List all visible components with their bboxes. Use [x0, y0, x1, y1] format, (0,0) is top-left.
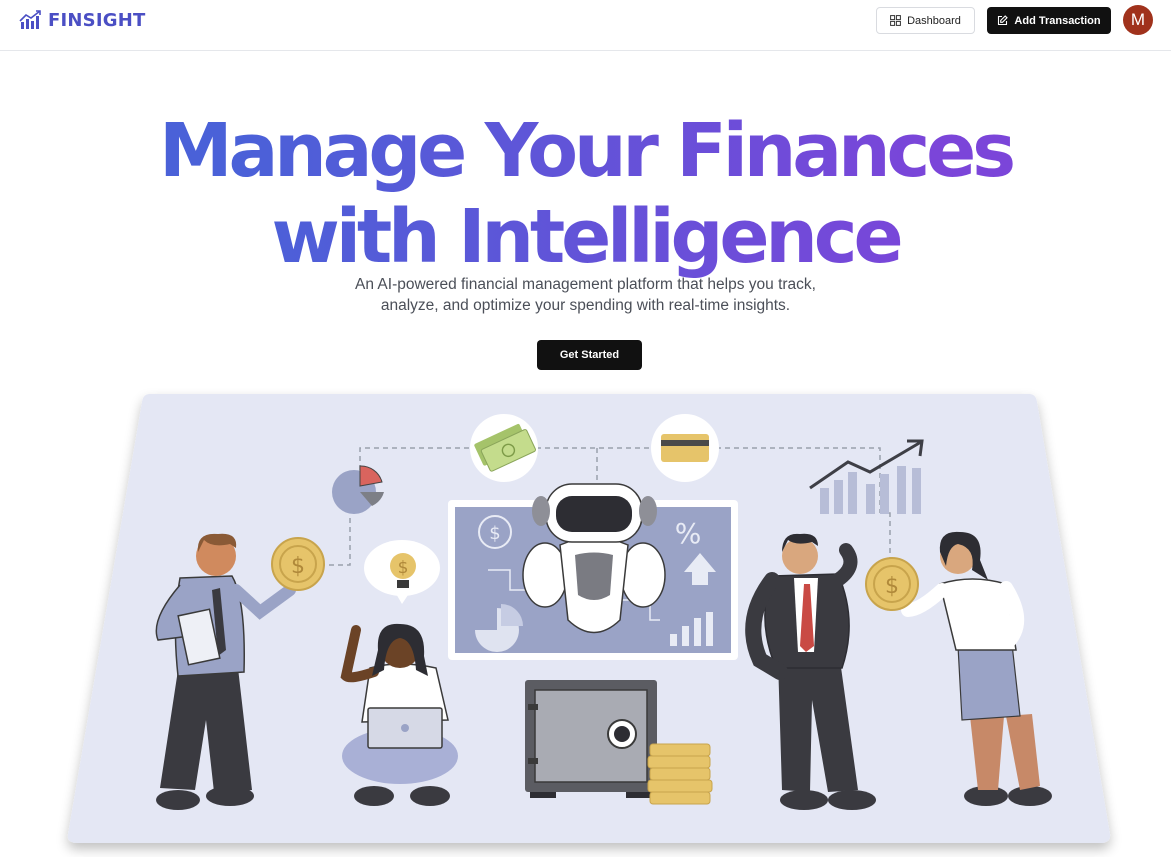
safe-icon: [525, 680, 657, 798]
hero-title-line1: Manage Your Finances: [159, 108, 1012, 194]
hero-subtitle: An AI-powered financial management platf…: [285, 274, 886, 316]
get-started-label: Get Started: [559, 349, 620, 361]
hero-title: Manage Your Finances with Intelligence: [0, 108, 1171, 280]
grid-icon: [890, 15, 901, 26]
brand-logo[interactable]: FINSIGHT: [19, 9, 145, 31]
hero-subtitle-line1: An AI-powered financial management platf…: [355, 276, 816, 293]
avatar-initial: M: [1130, 10, 1146, 29]
brand-name: FINSIGHT: [48, 9, 146, 31]
add-transaction-button[interactable]: Add Transaction: [987, 7, 1111, 34]
navbar: FINSIGHT Dashboard Add Transaction M: [0, 0, 1171, 51]
dashboard-button[interactable]: Dashboard: [876, 7, 975, 34]
hero-subtitle-line2: analyze, and optimize your spending with…: [380, 297, 791, 314]
svg-text:$: $: [489, 523, 500, 544]
credit-card-icon: [651, 414, 719, 482]
hero-title-line2: with Intelligence: [271, 194, 900, 280]
svg-text:$: $: [398, 558, 409, 578]
coin-stack-icon: [647, 743, 713, 805]
edit-icon: [998, 15, 1009, 26]
add-transaction-label: Add Transaction: [1014, 14, 1101, 27]
hero-illustration: $ % $ $ $: [67, 394, 1111, 843]
money-bills-icon: [470, 414, 538, 482]
dashboard-label: Dashboard: [907, 14, 961, 27]
chart-logo-icon: [19, 10, 41, 29]
svg-text:%: %: [675, 517, 702, 550]
user-avatar[interactable]: M: [1123, 5, 1153, 35]
svg-text:$: $: [291, 554, 305, 579]
svg-text:$: $: [885, 574, 899, 599]
get-started-button[interactable]: Get Started: [537, 340, 642, 370]
